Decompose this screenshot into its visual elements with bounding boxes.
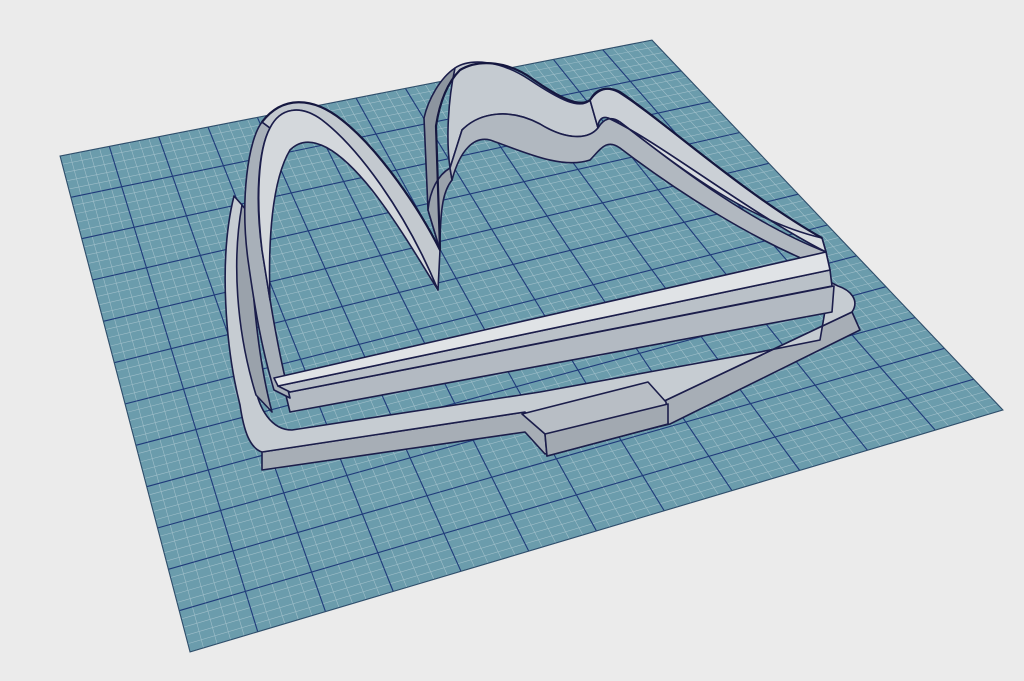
scene-canvas[interactable] xyxy=(0,0,1024,681)
3d-viewport[interactable] xyxy=(0,0,1024,681)
